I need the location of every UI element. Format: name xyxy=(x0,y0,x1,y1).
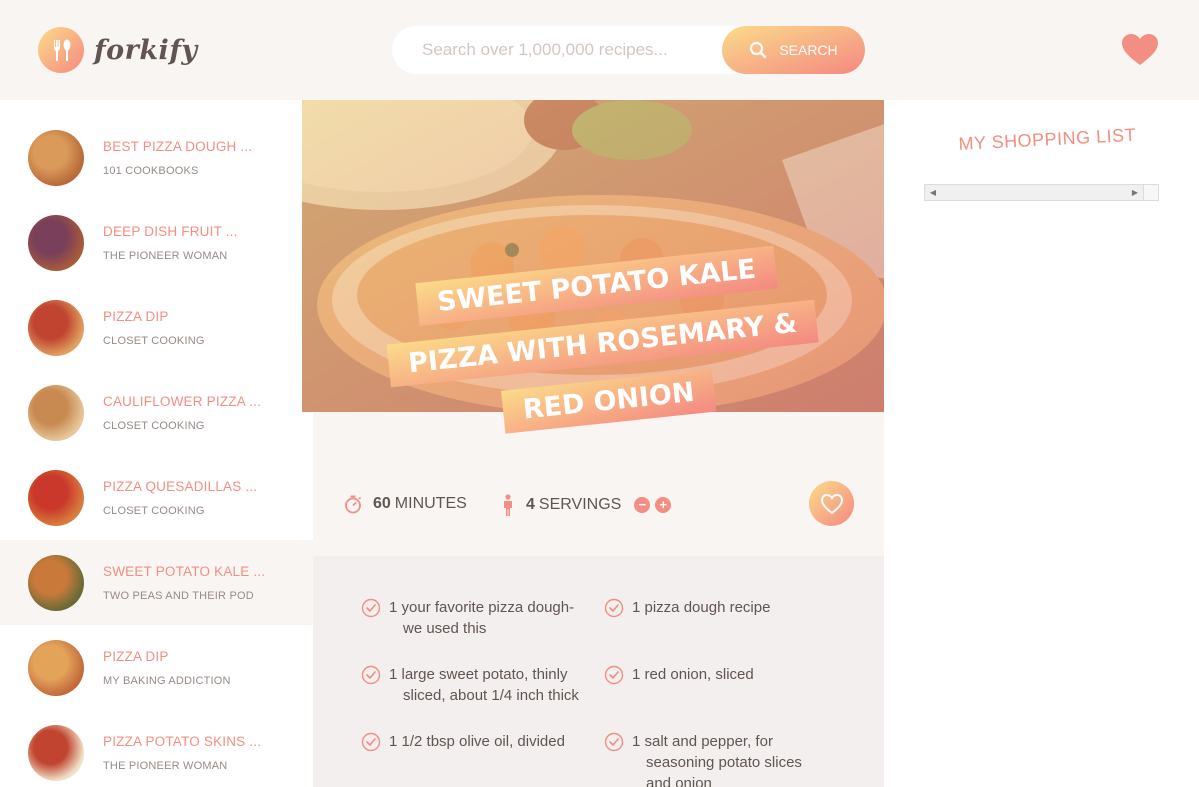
ingredient-text: 1 1/2 tbsp olive oil, divided xyxy=(389,733,565,750)
search-input[interactable] xyxy=(392,26,722,74)
result-thumbnail xyxy=(28,724,84,781)
search-icon xyxy=(750,41,767,59)
result-thumbnail xyxy=(28,214,84,271)
shopping-list: MY SHOPPING LIST ◀ ▶ xyxy=(884,100,1199,787)
search-results: BEST PIZZA DOUGH ... 101 COOKBOOKS DEEP DI… xyxy=(0,100,313,787)
check-circle-icon xyxy=(361,665,381,706)
ingredient-item: 1 salt and pepper, for seasoning potato … xyxy=(604,731,822,787)
result-title: SWEET POTATO KALE ... xyxy=(103,563,266,579)
result-thumbnail xyxy=(28,554,84,611)
horizontal-scrollbar[interactable]: ◀ ▶ xyxy=(924,184,1159,201)
logo-text: forkify xyxy=(94,34,198,66)
result-author: THE PIONEER WOMAN xyxy=(103,759,228,772)
check-circle-icon xyxy=(604,665,624,691)
like-recipe-button[interactable] xyxy=(809,481,854,526)
result-item[interactable]: SWEET POTATO KALE ... TWO PEAS AND THEIR … xyxy=(0,540,313,625)
result-title: PIZZA DIP xyxy=(103,308,169,324)
result-item[interactable]: PIZZA DIP CLOSET COOKING xyxy=(0,285,313,370)
servings-value: 4 xyxy=(526,496,535,513)
recipe-time: 60 MINUTES xyxy=(343,494,467,514)
likes-button[interactable] xyxy=(1120,32,1160,68)
result-title: DEEP DISH FRUIT ... xyxy=(103,223,238,239)
servings-unit: SERVINGS xyxy=(538,496,622,513)
scroll-right-arrow-icon[interactable]: ▶ xyxy=(1127,185,1143,200)
check-circle-icon xyxy=(361,598,381,639)
decrease-servings-button[interactable]: − xyxy=(634,497,651,513)
ingredient-item: 1 pizza dough recipe xyxy=(604,597,822,624)
result-author: CLOSET COOKING xyxy=(103,504,205,517)
result-text: SWEET POTATO KALE ... TWO PEAS AND THEIR … xyxy=(103,564,265,602)
result-thumbnail xyxy=(28,384,84,441)
result-item[interactable]: DEEP DISH FRUIT ... THE PIONEER WOMAN xyxy=(0,200,313,285)
result-author: CLOSET COOKING xyxy=(103,419,205,432)
result-author: TWO PEAS AND THEIR POD xyxy=(103,589,254,602)
fork-spoon-icon xyxy=(38,27,84,73)
check-circle-icon xyxy=(361,732,381,758)
search-form: SEARCH xyxy=(392,26,865,74)
result-item[interactable]: BEST PIZZA DOUGH ... 101 COOKBOOKS xyxy=(0,115,313,200)
result-item[interactable]: CAULIFLOWER PIZZA ... CLOSET COOKING xyxy=(0,370,313,455)
result-title: PIZZA POTATO SKINS ... xyxy=(103,733,262,749)
result-title: PIZZA DIP xyxy=(103,648,169,664)
result-text: PIZZA QUESADILLAS ... CLOSET COOKING xyxy=(103,479,257,517)
result-item[interactable]: PIZZA DIP MY BAKING ADDICTION xyxy=(0,625,313,710)
search-button-label: SEARCH xyxy=(779,42,838,58)
recipe-image-overlay xyxy=(302,100,896,412)
time-unit: MINUTES xyxy=(394,495,467,512)
result-text: PIZZA DIP MY BAKING ADDICTION xyxy=(103,649,231,687)
result-text: PIZZA DIP CLOSET COOKING xyxy=(103,309,205,347)
ingredient-text: 1 salt and pepper, for seasoning potato … xyxy=(632,733,802,787)
scroll-left-arrow-icon[interactable]: ◀ xyxy=(925,185,941,200)
ingredient-item: 1 red onion, sliced xyxy=(604,664,822,691)
recipe-details: 60 MINUTES 4 SERVINGS − + xyxy=(313,412,884,556)
result-item[interactable]: PIZZA POTATO SKINS ... THE PIONEER WOMAN xyxy=(0,710,313,787)
ingredient-item: 1 1/2 tbsp olive oil, divided xyxy=(361,731,579,758)
result-thumbnail xyxy=(28,639,84,696)
ingredient-item: 1 large sweet potato, thinly sliced, abo… xyxy=(361,664,579,706)
ingredient-item: 1 your favorite pizza dough- we used thi… xyxy=(361,597,579,639)
result-title: BEST PIZZA DOUGH ... xyxy=(103,138,253,154)
result-text: CAULIFLOWER PIZZA ... CLOSET COOKING xyxy=(103,394,261,432)
ingredient-text: 1 large sweet potato, thinly sliced, abo… xyxy=(389,666,579,704)
ingredients-list: 1 your favorite pizza dough- we used thi… xyxy=(313,556,884,787)
result-author: CLOSET COOKING xyxy=(103,334,205,347)
result-author: 101 COOKBOOKS xyxy=(103,164,199,177)
result-text: DEEP DISH FRUIT ... THE PIONEER WOMAN xyxy=(103,224,238,262)
heart-outline-icon xyxy=(820,493,843,514)
result-thumbnail xyxy=(28,299,84,356)
header: forkify SEARCH xyxy=(0,0,1199,100)
shopping-list-title: MY SHOPPING LIST xyxy=(958,124,1137,154)
result-author: MY BAKING ADDICTION xyxy=(103,674,231,687)
check-circle-icon xyxy=(604,732,624,787)
result-text: PIZZA POTATO SKINS ... THE PIONEER WOMAN xyxy=(103,734,261,772)
ingredient-text: 1 your favorite pizza dough- we used thi… xyxy=(389,599,575,637)
recipe-servings: 4 SERVINGS − + xyxy=(500,494,672,516)
check-circle-icon xyxy=(604,598,624,624)
increase-servings-button[interactable]: + xyxy=(655,497,672,513)
stopwatch-icon xyxy=(345,495,362,514)
result-thumbnail xyxy=(28,469,84,526)
scrollbar-corner xyxy=(1143,185,1158,200)
recipe: 60 MINUTES 4 SERVINGS − + 1 your favorit… xyxy=(302,100,896,787)
recipe-image xyxy=(302,100,896,412)
result-title: CAULIFLOWER PIZZA ... xyxy=(103,393,261,409)
ingredient-text: 1 red onion, sliced xyxy=(632,666,754,683)
person-icon xyxy=(504,494,512,516)
result-text: BEST PIZZA DOUGH ... 101 COOKBOOKS xyxy=(103,139,252,177)
result-thumbnail xyxy=(28,129,84,186)
heart-icon xyxy=(1122,34,1158,65)
search-button[interactable]: SEARCH xyxy=(722,26,865,74)
ingredient-text: 1 pizza dough recipe xyxy=(632,599,771,616)
result-title: PIZZA QUESADILLAS ... xyxy=(103,478,258,494)
servings-buttons: − + xyxy=(629,497,672,513)
result-item[interactable]: PIZZA QUESADILLAS ... CLOSET COOKING xyxy=(0,455,313,540)
time-value: 60 xyxy=(373,495,391,512)
result-author: THE PIONEER WOMAN xyxy=(103,249,228,262)
logo[interactable]: forkify xyxy=(38,27,198,73)
